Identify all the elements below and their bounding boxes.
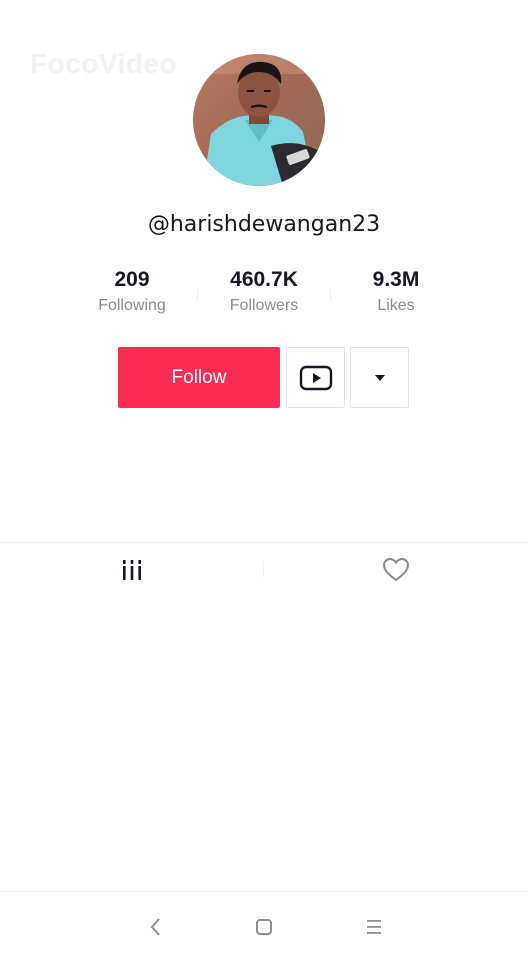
tab-liked[interactable] [264,548,528,592]
followers-label: Followers [229,297,299,314]
more-options-button[interactable] [350,347,409,408]
followers-count: 460.7K [230,268,298,291]
dropdown-arrow-icon [374,374,385,381]
likes-count: 9.3M [372,268,420,291]
profile-screen: FocoVideo @harishdewangan23 209 Followin… [0,0,528,960]
heart-icon [382,557,410,582]
stats-row: 209 Following 460.7K Followers 9.3M Like… [0,266,528,326]
videos-grid-icon [123,560,141,580]
nav-menu-button[interactable] [354,912,394,942]
stat-followers[interactable]: 460.7K Followers [198,266,330,315]
back-icon [150,918,160,936]
tabs-divider [0,542,528,543]
system-nav-bar [0,891,528,960]
stat-likes: 9.3M Likes [330,266,462,315]
menu-icon [367,920,381,934]
youtube-icon [299,365,332,390]
avatar[interactable] [193,54,325,186]
home-icon [256,919,272,935]
follow-button[interactable]: Follow [118,347,280,408]
stat-divider [197,290,198,300]
avatar-photo [193,54,325,186]
tab-videos[interactable] [0,548,264,592]
username: @harishdewangan23 [147,212,381,237]
nav-back-button[interactable] [136,912,176,942]
watermark: FocoVideo [30,48,178,79]
stat-divider [330,290,331,300]
stat-following[interactable]: 209 Following [66,266,198,315]
likes-label: Likes [377,297,415,314]
following-count: 209 [114,268,150,291]
nav-home-button[interactable] [244,912,284,942]
following-label: Following [98,297,166,314]
youtube-button[interactable] [286,347,345,408]
